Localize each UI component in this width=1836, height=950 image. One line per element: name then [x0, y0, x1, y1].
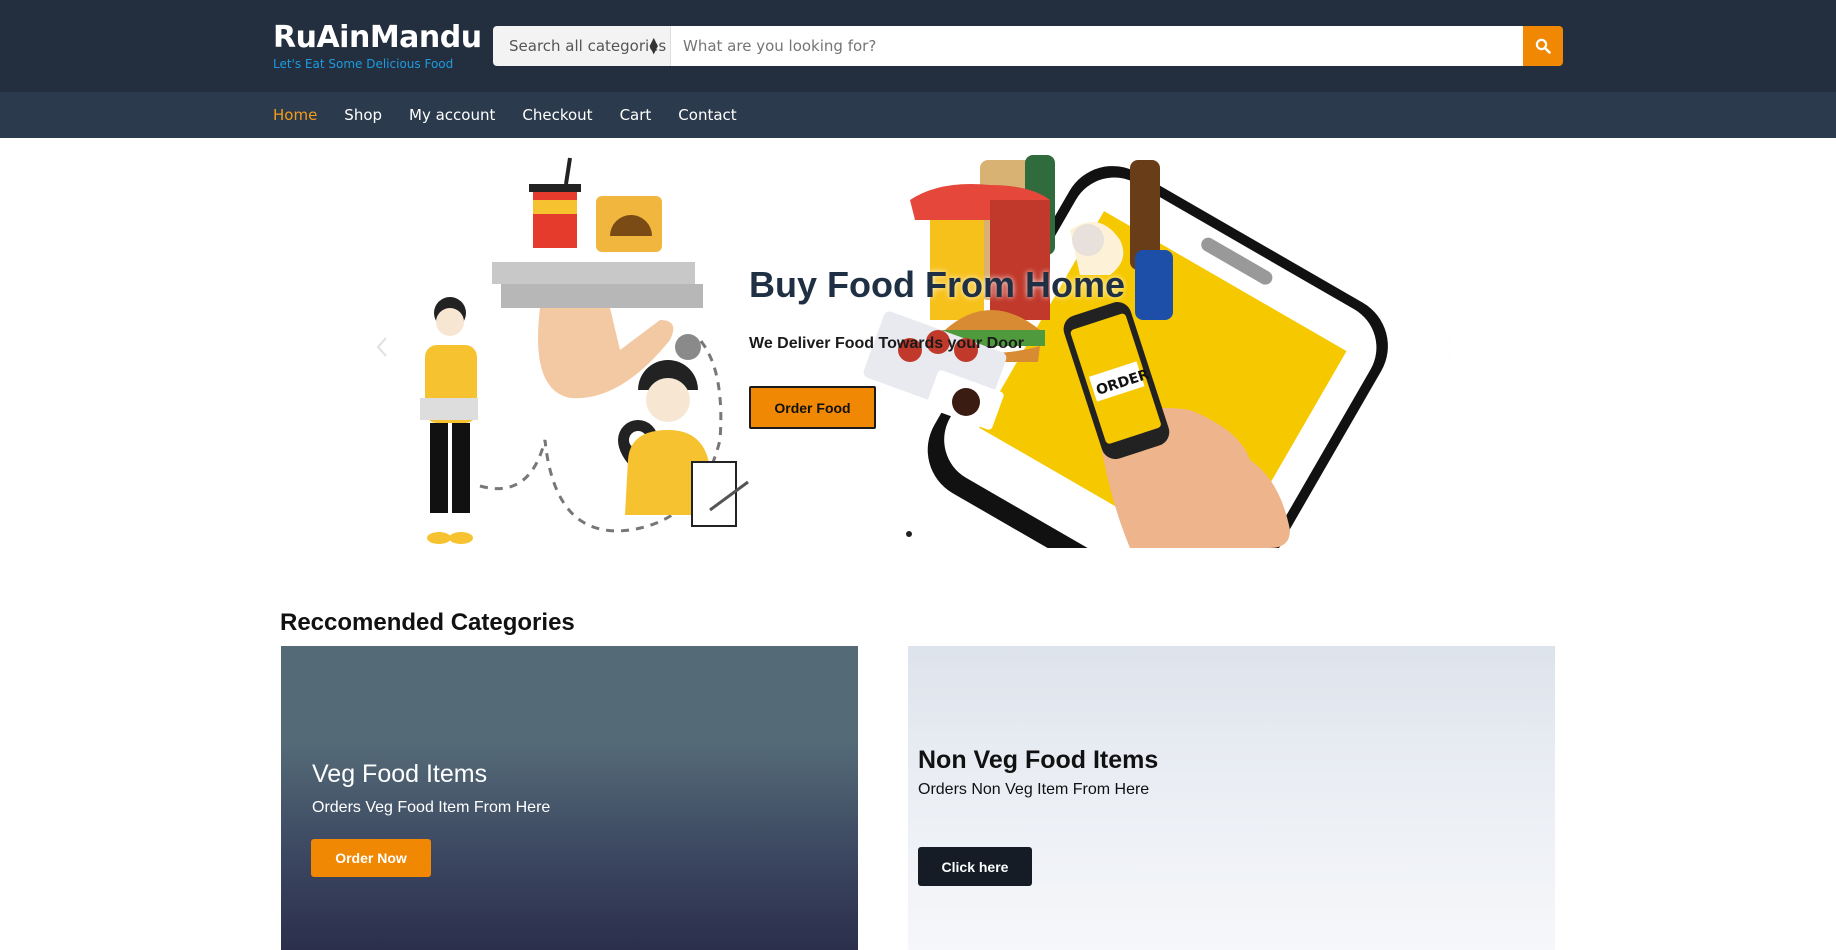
main-nav: Home Shop My account Checkout Cart Conta…	[0, 92, 1836, 138]
order-now-button[interactable]: Order Now	[311, 839, 431, 877]
chevron-right-icon[interactable]	[1444, 332, 1450, 362]
search-icon	[1535, 38, 1551, 54]
click-here-button[interactable]: Click here	[918, 847, 1032, 886]
veg-card-subtitle: Orders Veg Food Item From Here	[312, 799, 551, 816]
search-input[interactable]	[671, 26, 1523, 66]
site-tagline: Let's Eat Some Delicious Food	[273, 57, 454, 71]
search-button[interactable]	[1523, 26, 1563, 66]
order-food-button[interactable]: Order Food	[749, 386, 876, 429]
veg-card-title: Veg Food Items	[312, 760, 488, 788]
select-caret-icon: ▲ ▼	[649, 35, 658, 56]
nav-item-shop[interactable]: Shop	[344, 106, 382, 124]
nav-item-checkout[interactable]: Checkout	[522, 106, 592, 124]
chevron-left-icon[interactable]	[372, 332, 392, 362]
nav-item-home[interactable]: Home	[273, 106, 317, 124]
nav-item-my-account[interactable]: My account	[409, 106, 495, 124]
search-category-select[interactable]: Search all categories ▲ ▼	[493, 26, 671, 66]
nonveg-category-card: Non Veg Food Items Orders Non Veg Item F…	[908, 646, 1555, 950]
top-header: RuAinMandu Let's Eat Some Delicious Food…	[0, 0, 1836, 92]
brand-logo[interactable]: RuAinMandu Let's Eat Some Delicious Food	[273, 20, 482, 71]
nonveg-card-title: Non Veg Food Items	[918, 746, 1159, 774]
nonveg-card-subtitle: Orders Non Veg Item From Here	[918, 781, 1150, 798]
veg-category-card: Veg Food Items Orders Veg Food Item From…	[281, 646, 858, 950]
carousel-dot[interactable]	[906, 531, 912, 537]
nav-item-cart[interactable]: Cart	[620, 106, 652, 124]
nav-item-contact[interactable]: Contact	[678, 106, 736, 124]
recommended-categories-heading: Reccomended Categories	[280, 609, 575, 636]
nav-list: Home Shop My account Checkout Cart Conta…	[273, 92, 764, 138]
hero-title: Buy Food From Home	[749, 264, 1125, 305]
hero-subtitle: We Deliver Food Towards your Door	[749, 335, 1024, 352]
search-bar: Search all categories ▲ ▼	[493, 26, 1563, 66]
search-category-label: Search all categories	[509, 37, 667, 55]
site-title[interactable]: RuAinMandu	[273, 20, 482, 56]
